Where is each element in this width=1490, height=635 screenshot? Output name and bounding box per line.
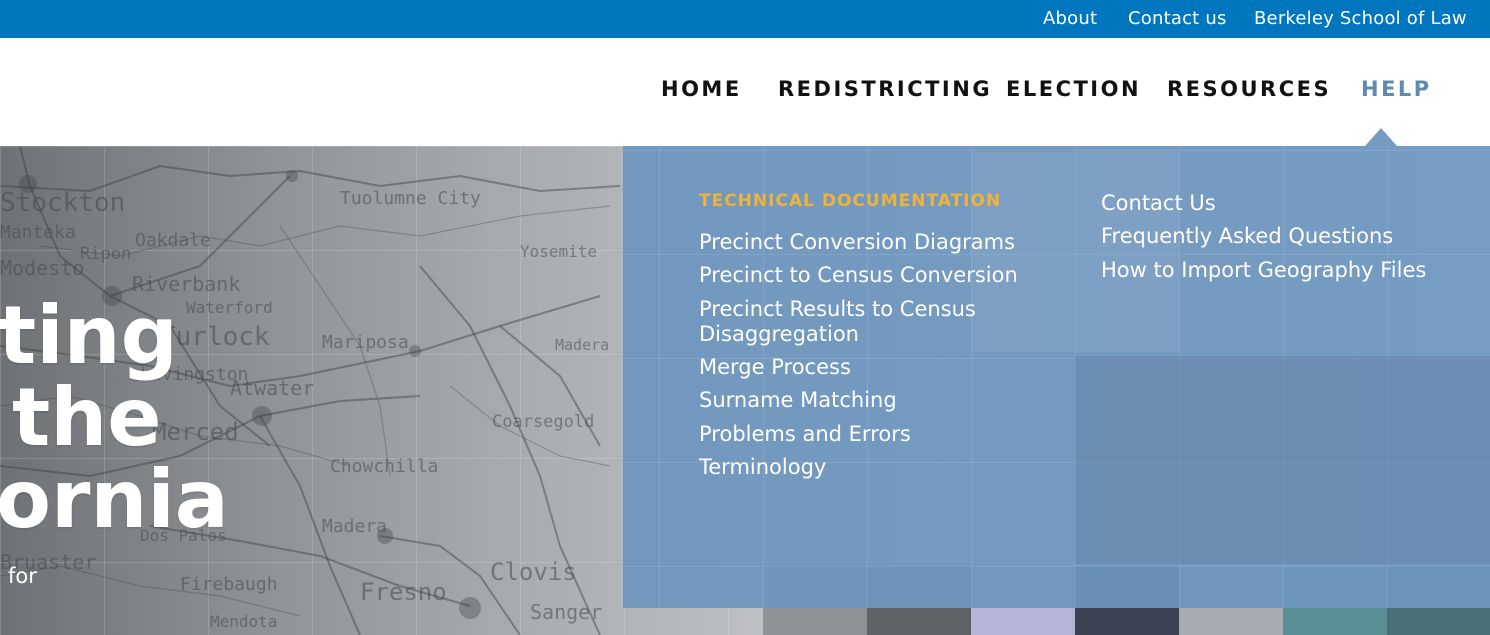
surname-matching-link[interactable]: Surname Matching (699, 388, 897, 413)
contact-us-menu-link[interactable]: Contact Us (1101, 191, 1216, 216)
import-geography-files-link[interactable]: How to Import Geography Files (1101, 258, 1426, 283)
merge-process-link[interactable]: Merge Process (699, 355, 851, 380)
map-label: Stockton (0, 188, 126, 218)
map-label: Sanger (530, 600, 603, 624)
about-link[interactable]: About (1043, 8, 1097, 29)
hero-title-line: ornia (0, 453, 229, 546)
nav-home[interactable]: HOME (661, 77, 742, 101)
dropdown-photo-shade (1075, 356, 1490, 564)
map-label: Mendota (210, 612, 278, 631)
map-label: Yosemite (520, 242, 598, 261)
hero-subtitle: for (8, 564, 37, 588)
disaggregation-link[interactable]: Disaggregation (699, 322, 859, 347)
map-label: Waterford (186, 298, 273, 317)
nav-help[interactable]: HELP (1361, 77, 1432, 101)
hero-title-line: the (12, 371, 162, 464)
precinct-to-census-conversion-link[interactable]: Precinct to Census Conversion (699, 263, 1018, 288)
dropdown-caret (1365, 128, 1397, 146)
contact-us-link[interactable]: Contact us (1128, 8, 1227, 29)
problems-and-errors-link[interactable]: Problems and Errors (699, 422, 911, 447)
utility-bar: About Contact us Berkeley School of Law (0, 0, 1490, 38)
map-label: Manteka (0, 222, 76, 243)
precinct-conversion-diagrams-link[interactable]: Precinct Conversion Diagrams (699, 230, 1015, 255)
map-label: Coarsegold (492, 412, 595, 432)
precinct-results-to-census-link[interactable]: Precinct Results to Census (699, 297, 976, 322)
map-label: Modesto (0, 256, 85, 280)
faq-link[interactable]: Frequently Asked Questions (1101, 224, 1393, 249)
terminology-link[interactable]: Terminology (699, 455, 826, 480)
map-label: Oakdale (135, 230, 211, 251)
map-label: Ripon (80, 244, 132, 264)
map-label: Mariposa (322, 332, 409, 353)
technical-documentation-heading: TECHNICAL DOCUMENTATION (699, 191, 1002, 211)
map-label: Chowchilla (330, 456, 439, 477)
main-nav: HOME REDISTRICTING ELECTION RESOURCES HE… (0, 38, 1490, 146)
map-label: Fresno (360, 578, 447, 606)
map-label: Madera (555, 336, 610, 354)
berkeley-law-link[interactable]: Berkeley School of Law (1254, 8, 1467, 29)
map-label: Merced (152, 418, 239, 446)
nav-election[interactable]: ELECTION (1006, 77, 1141, 101)
map-label: Firebaugh (180, 574, 278, 595)
nav-resources[interactable]: RESOURCES (1167, 77, 1331, 101)
map-label: Clovis (490, 558, 577, 586)
hero-title-line: ting (0, 289, 178, 382)
nav-redistricting[interactable]: REDISTRICTING (778, 77, 992, 101)
map-label: Tuolumne City (340, 188, 481, 209)
map-label: Madera (322, 516, 388, 537)
